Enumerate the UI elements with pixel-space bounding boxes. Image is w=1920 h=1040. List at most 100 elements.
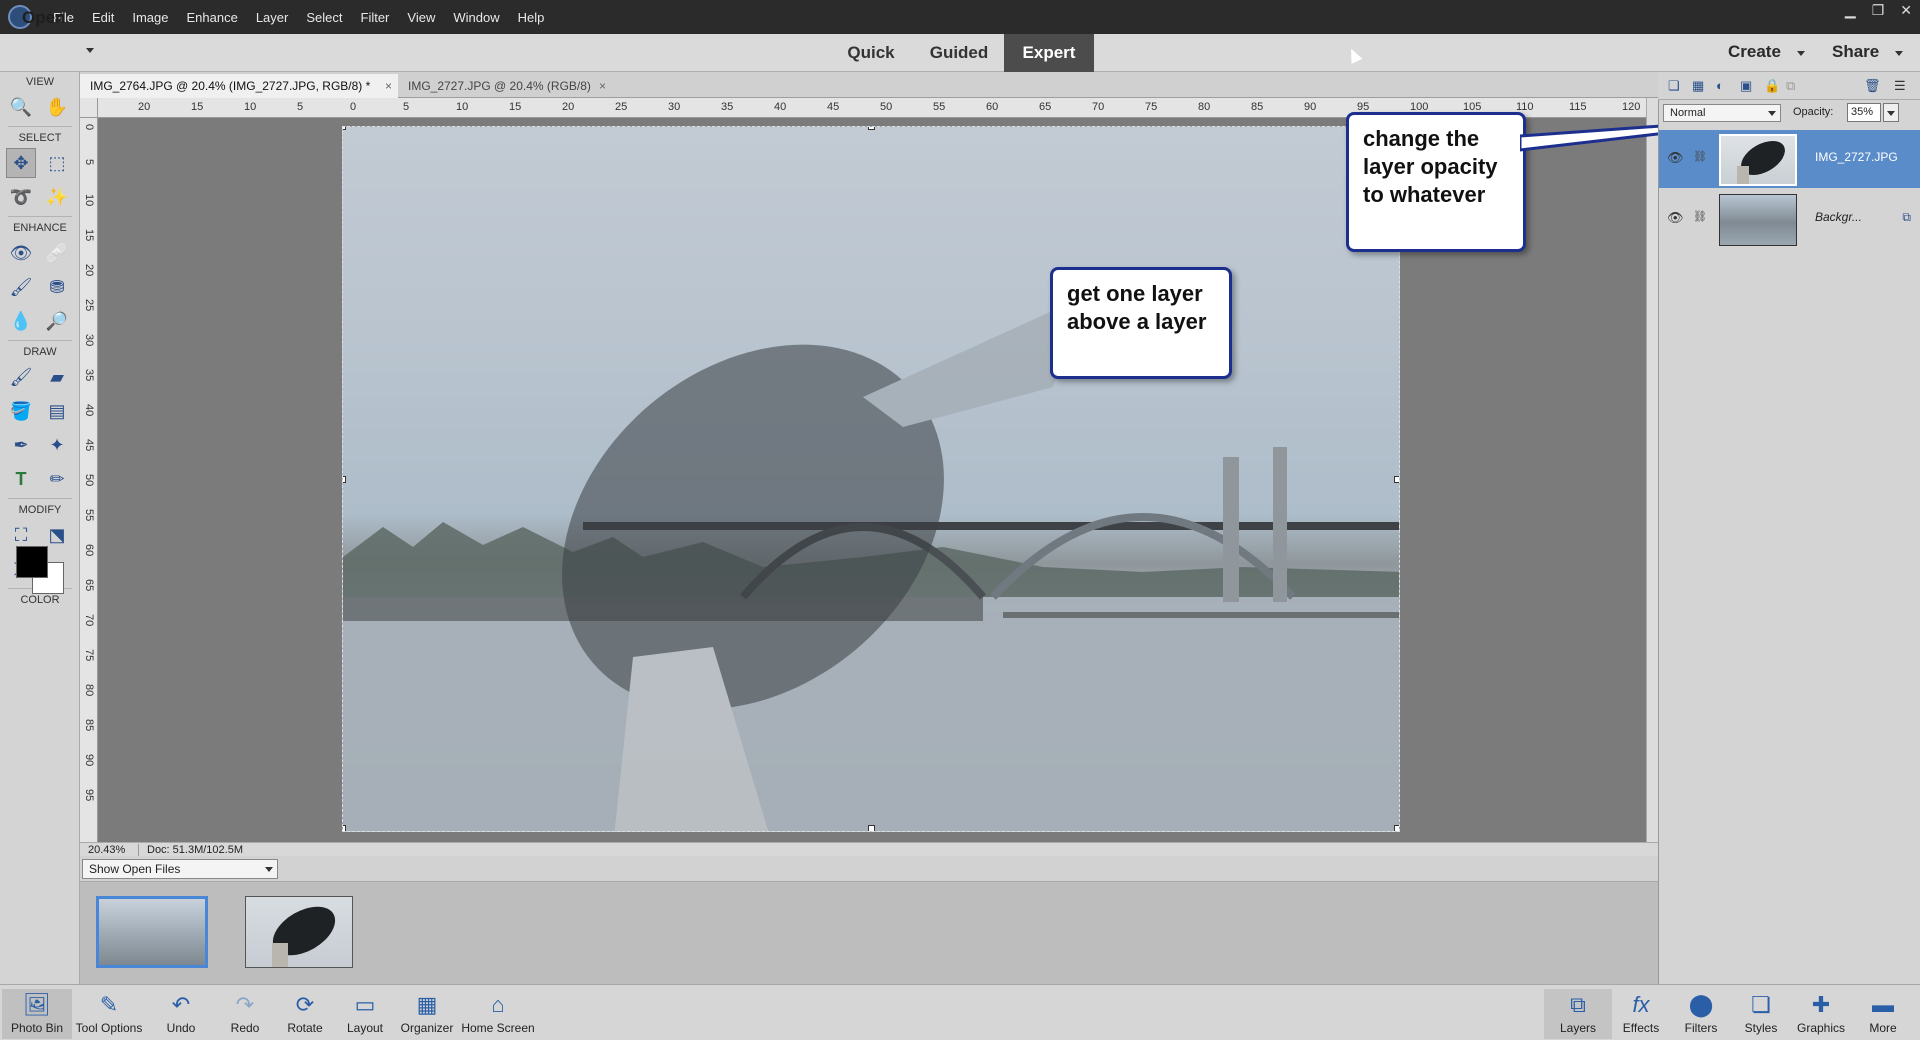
transform-handle[interactable] bbox=[343, 127, 346, 130]
photo-bin-thumbnail[interactable] bbox=[245, 896, 353, 968]
blend-mode-select[interactable]: Normal bbox=[1663, 104, 1781, 122]
hand-tool-icon[interactable]: ✋ bbox=[42, 92, 72, 122]
transform-handle[interactable] bbox=[1394, 476, 1399, 483]
layers-panel-button[interactable]: ⧉ Layers bbox=[1544, 989, 1612, 1039]
zoom-tool-icon[interactable]: 🔍 bbox=[6, 92, 36, 122]
lock-all-icon[interactable]: ⧉ bbox=[1786, 78, 1800, 93]
ruler-tick-label: 10 bbox=[456, 101, 469, 113]
tool-options-button[interactable]: ✎ Tool Options bbox=[74, 989, 144, 1039]
trash-icon[interactable]: 🗑 bbox=[1864, 78, 1881, 93]
document-tab-active[interactable]: IMG_2764.JPG @ 20.4% (IMG_2727.JPG, RGB/… bbox=[80, 74, 398, 98]
menu-layer[interactable]: Layer bbox=[247, 10, 298, 25]
transform-handle[interactable] bbox=[1394, 825, 1399, 831]
transform-handle[interactable] bbox=[868, 825, 875, 831]
link-icon[interactable]: ⛓ bbox=[1693, 150, 1707, 163]
red-eye-tool-icon[interactable]: 👁 bbox=[6, 238, 36, 268]
photo-bin-button[interactable]: 🖼 Photo Bin bbox=[2, 989, 72, 1039]
layer-thumbnail bbox=[1719, 134, 1797, 186]
marquee-tool-icon[interactable]: ⬚ bbox=[42, 148, 72, 178]
menu-enhance[interactable]: Enhance bbox=[178, 10, 247, 25]
eyedropper-tool-icon[interactable]: ✒ bbox=[6, 430, 36, 460]
ruler-tick-label: 70 bbox=[83, 614, 95, 627]
ruler-tick-label: 40 bbox=[774, 101, 787, 113]
menu-filter[interactable]: Filter bbox=[352, 10, 399, 25]
open-button[interactable]: Open bbox=[22, 8, 65, 28]
share-button[interactable]: Share bbox=[1832, 42, 1879, 62]
vertical-ruler: 0 5 10 15 20 25 30 35 40 45 50 55 60 65 70 75 80 85 90 95 bbox=[80, 118, 98, 842]
layer-row[interactable]: 👁 ⛓ Backgr... ⧉ bbox=[1659, 190, 1920, 248]
zoom-level[interactable]: 20.43% bbox=[88, 844, 125, 856]
link-icon[interactable]: ⛓ bbox=[1693, 210, 1707, 223]
transform-handle[interactable] bbox=[343, 476, 346, 483]
ruler-tick-label: 40 bbox=[83, 404, 95, 417]
close-tab-icon[interactable]: × bbox=[385, 74, 392, 98]
document-tab[interactable]: IMG_2727.JPG @ 20.4% (RGB/8) × bbox=[398, 74, 612, 98]
healing-brush-icon[interactable]: 🩹 bbox=[42, 238, 72, 268]
ruler-tick-label: 30 bbox=[668, 101, 681, 113]
transform-handle[interactable] bbox=[868, 127, 875, 130]
tab-expert[interactable]: Expert bbox=[1004, 34, 1094, 72]
new-group-icon[interactable]: ▦ bbox=[1692, 78, 1706, 93]
panel-menu-icon[interactable]: ☰ bbox=[1894, 78, 1908, 93]
lock-icon[interactable]: 🔒 bbox=[1764, 78, 1780, 93]
menu-window[interactable]: Window bbox=[444, 10, 508, 25]
close-icon[interactable]: ✕ bbox=[1900, 2, 1912, 19]
open-dropdown-icon[interactable] bbox=[86, 48, 94, 53]
chevron-down-icon bbox=[1768, 111, 1776, 116]
vertical-scrollbar[interactable] bbox=[1646, 98, 1658, 842]
blur-tool-icon[interactable]: 💧 bbox=[6, 306, 36, 336]
share-dropdown-icon[interactable] bbox=[1895, 51, 1903, 56]
lasso-tool-icon[interactable]: ➰ bbox=[6, 182, 36, 212]
create-dropdown-icon[interactable] bbox=[1797, 51, 1805, 56]
layer-lock-icon[interactable]: ⧉ bbox=[1902, 210, 1911, 225]
eye-icon[interactable]: 👁 bbox=[1667, 150, 1684, 166]
menu-image[interactable]: Image bbox=[123, 10, 177, 25]
minimize-icon[interactable]: ▁ bbox=[1845, 2, 1856, 19]
ruler-tick-label: 50 bbox=[880, 101, 893, 113]
clone-stamp-icon[interactable]: ⛃ bbox=[42, 272, 72, 302]
adjustment-layer-icon[interactable]: ◐ bbox=[1716, 78, 1730, 93]
eraser-tool-icon[interactable]: ▰ bbox=[42, 362, 72, 392]
menu-view[interactable]: View bbox=[398, 10, 444, 25]
menu-select[interactable]: Select bbox=[297, 10, 351, 25]
opacity-dropdown[interactable] bbox=[1883, 103, 1899, 122]
foreground-color-swatch[interactable] bbox=[16, 546, 48, 578]
layer-mask-icon[interactable]: ▣ bbox=[1740, 78, 1754, 93]
layers-toolbar: ❏ ▦ ◐ ▣ 🔒 ⧉ 🗑 ☰ bbox=[1658, 72, 1920, 100]
more-button[interactable]: ▬ More bbox=[1848, 989, 1918, 1039]
graphics-label: Graphics bbox=[1796, 1021, 1846, 1035]
restore-icon[interactable]: ❐ bbox=[1872, 2, 1885, 19]
smart-brush-icon[interactable]: 🖌 bbox=[6, 272, 36, 302]
organizer-button[interactable]: ▦ Organizer bbox=[392, 989, 462, 1039]
chevron-down-icon bbox=[1887, 111, 1895, 116]
move-tool-icon[interactable]: ✥ bbox=[6, 148, 36, 178]
document-tab-bar: IMG_2764.JPG @ 20.4% (IMG_2727.JPG, RGB/… bbox=[80, 72, 1658, 98]
close-tab-icon[interactable]: × bbox=[599, 74, 606, 98]
pencil-tool-icon[interactable]: ✏ bbox=[42, 464, 72, 494]
create-button[interactable]: Create bbox=[1728, 42, 1781, 62]
paint-bucket-icon[interactable]: 🪣 bbox=[6, 396, 36, 426]
new-layer-icon[interactable]: ❏ bbox=[1668, 78, 1682, 93]
graphics-button[interactable]: ✚ Graphics bbox=[1786, 989, 1856, 1039]
magic-wand-tool-icon[interactable]: ✨ bbox=[42, 182, 72, 212]
layer-row-selected[interactable]: 👁 ⛓ IMG_2727.JPG bbox=[1659, 130, 1920, 188]
composite-image[interactable] bbox=[342, 126, 1400, 832]
menu-help[interactable]: Help bbox=[509, 10, 554, 25]
custom-shape-tool-icon[interactable]: ✦ bbox=[42, 430, 72, 460]
photo-bin-thumbnail[interactable] bbox=[96, 896, 208, 968]
layout-button[interactable]: ▭ Layout bbox=[330, 989, 400, 1039]
section-view-label: VIEW bbox=[25, 76, 55, 88]
home-screen-button[interactable]: ⌂ Home Screen bbox=[460, 989, 536, 1039]
tab-quick[interactable]: Quick bbox=[828, 34, 914, 72]
menu-edit[interactable]: Edit bbox=[83, 10, 123, 25]
brush-tool-icon[interactable]: 🖌 bbox=[6, 362, 36, 392]
show-open-files-select[interactable]: Show Open Files bbox=[82, 859, 278, 879]
transform-handle[interactable] bbox=[343, 825, 346, 831]
gradient-tool-icon[interactable]: ▤ bbox=[42, 396, 72, 426]
tab-guided[interactable]: Guided bbox=[916, 34, 1002, 72]
eye-icon[interactable]: 👁 bbox=[1667, 210, 1684, 226]
undo-button[interactable]: ↶ Undo bbox=[146, 989, 216, 1039]
sponge-tool-icon[interactable]: 🔎 bbox=[42, 306, 72, 336]
type-tool-icon[interactable]: T bbox=[6, 464, 36, 494]
opacity-input[interactable]: 35% bbox=[1847, 103, 1881, 122]
